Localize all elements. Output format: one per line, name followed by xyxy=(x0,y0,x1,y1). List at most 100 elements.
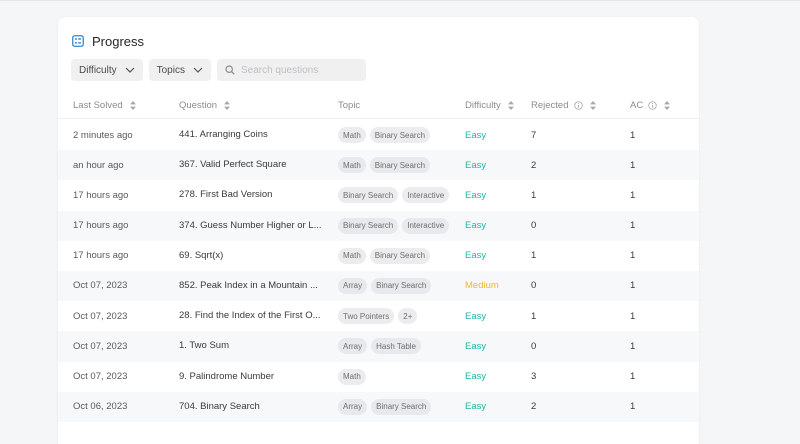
rejected-count: 2 xyxy=(531,401,537,413)
topic-tag[interactable]: Math xyxy=(338,247,366,264)
topic-tag[interactable]: Binary Search xyxy=(369,127,431,143)
question-link[interactable]: 1. Two Sum xyxy=(179,331,324,361)
topics-filter-label: Topics xyxy=(156,64,185,76)
table-row[interactable]: Oct 07, 2023 9. Palindrome Number Math Easy… xyxy=(58,362,699,392)
last-solved-cell: 17 hours ago xyxy=(73,220,129,232)
topic-tag[interactable]: Interactive xyxy=(402,217,450,234)
topic-tags: Two Pointers 2+ xyxy=(338,301,418,331)
ac-count: 1 xyxy=(630,310,636,322)
question-link[interactable]: 704. Binary Search xyxy=(179,392,324,422)
topic-tag[interactable]: Array xyxy=(338,398,368,415)
page-title: Progress xyxy=(92,33,145,49)
search-input[interactable] xyxy=(240,64,361,76)
column-header-question[interactable]: Question xyxy=(179,100,231,111)
topic-tag[interactable]: Array xyxy=(338,338,368,355)
topic-tag[interactable]: Math xyxy=(338,127,366,143)
chevron-down-icon xyxy=(193,67,203,73)
info-icon[interactable] xyxy=(573,101,583,110)
topic-tag[interactable]: Math xyxy=(338,368,366,385)
table-row[interactable]: Oct 07, 2023 1. Two Sum Array Hash Table Eas… xyxy=(58,331,699,362)
table-row[interactable]: Oct 06, 2023 704. Binary Search Array Binar… xyxy=(58,391,699,422)
difficulty-label: Easy xyxy=(465,371,487,382)
progress-card: Progress Difficulty Topics Last Solved xyxy=(58,17,699,444)
topic-tag[interactable]: Binary Search xyxy=(338,217,399,234)
last-solved-cell: 17 hours ago xyxy=(73,189,129,201)
question-link[interactable]: 69. Sqrt(x) xyxy=(179,241,324,271)
column-header-difficulty[interactable]: Difficulty xyxy=(465,100,514,111)
ac-count: 1 xyxy=(630,250,636,262)
topic-tag[interactable]: Interactive xyxy=(402,187,450,204)
column-header-topic: Topic xyxy=(338,100,361,111)
sort-icon xyxy=(589,101,596,110)
ac-count: 1 xyxy=(630,401,636,413)
topic-tag[interactable]: Binary Search xyxy=(338,187,399,204)
difficulty-label: Easy xyxy=(465,340,487,352)
difficulty-label: Easy xyxy=(465,401,487,413)
topic-tags: Math Binary Search xyxy=(338,120,431,150)
difficulty-label: Easy xyxy=(465,189,487,201)
ac-count: 1 xyxy=(630,129,636,141)
topic-tags: Math Binary Search xyxy=(338,150,431,180)
info-icon[interactable] xyxy=(648,101,657,110)
topic-tag[interactable]: Binary Search xyxy=(371,277,432,294)
rejected-count: 1 xyxy=(531,310,537,322)
table-row[interactable]: 17 hours ago 69. Sqrt(x) Math Binary Search… xyxy=(58,241,699,271)
rejected-count: 1 xyxy=(531,189,537,201)
topic-tag[interactable]: Binary Search xyxy=(369,247,431,264)
ac-count: 1 xyxy=(630,220,636,232)
filter-bar: Difficulty Topics xyxy=(71,59,366,81)
question-link[interactable]: 367. Valid Perfect Square xyxy=(179,150,324,180)
last-solved-cell: 17 hours ago xyxy=(73,250,129,262)
table-body: 2 minutes ago 441. Arranging Coins Math Bin… xyxy=(58,120,699,422)
topic-tags: Array Binary Search xyxy=(338,271,432,301)
rejected-count: 7 xyxy=(531,129,537,141)
topic-tags: Array Binary Search xyxy=(338,392,432,422)
question-link[interactable]: 374. Guess Number Higher or L... xyxy=(179,211,324,241)
question-link[interactable]: 278. First Bad Version xyxy=(179,180,324,210)
difficulty-filter-label: Difficulty xyxy=(79,64,117,76)
difficulty-label: Easy xyxy=(465,250,487,262)
topic-tags: Math Binary Search xyxy=(338,241,431,271)
topic-tag[interactable]: Array xyxy=(338,277,368,294)
last-solved-cell: Oct 07, 2023 xyxy=(73,310,128,322)
difficulty-label: Easy xyxy=(465,159,487,171)
sort-icon xyxy=(224,101,231,110)
topic-tag[interactable]: Binary Search xyxy=(369,157,431,174)
topic-tags: Binary Search Interactive xyxy=(338,180,450,210)
chevron-down-icon xyxy=(125,67,135,73)
table-row[interactable]: Oct 07, 2023 852. Peak Index in a Mountai… xyxy=(58,270,699,302)
table-row[interactable]: 17 hours ago 374. Guess Number Higher or … xyxy=(58,210,699,241)
top-divider xyxy=(0,0,800,1)
rejected-count: 1 xyxy=(531,250,537,262)
difficulty-filter-button[interactable]: Difficulty xyxy=(71,59,143,81)
question-link[interactable]: 852. Peak Index in a Mountain ... xyxy=(179,271,324,301)
difficulty-label: Easy xyxy=(465,310,487,322)
last-solved-cell: 2 minutes ago xyxy=(73,129,133,141)
topics-filter-button[interactable]: Topics xyxy=(148,59,211,81)
rejected-count: 0 xyxy=(531,340,537,352)
rejected-count: 2 xyxy=(531,159,537,171)
last-solved-cell: Oct 07, 2023 xyxy=(73,371,128,382)
rejected-count: 0 xyxy=(531,220,537,232)
question-link[interactable]: 441. Arranging Coins xyxy=(179,120,324,150)
sort-icon xyxy=(129,101,136,110)
column-header-ac[interactable]: AC xyxy=(630,100,671,111)
sort-icon xyxy=(664,101,671,110)
topic-tag[interactable]: Hash Table xyxy=(371,338,422,355)
search-box[interactable] xyxy=(216,59,366,81)
table-row[interactable]: 17 hours ago 278. First Bad Version Binary… xyxy=(58,180,699,210)
column-header-last-solved[interactable]: Last Solved xyxy=(73,100,136,111)
topic-tag[interactable]: Two Pointers xyxy=(338,308,395,325)
sort-icon xyxy=(507,101,514,110)
topic-tag[interactable]: Binary Search xyxy=(371,398,432,415)
table-row[interactable]: Oct 07, 2023 28. Find the Index of the Fi… xyxy=(58,301,699,331)
question-link[interactable]: 9. Palindrome Number xyxy=(179,362,324,392)
question-link[interactable]: 28. Find the Index of the First O... xyxy=(179,301,324,331)
column-header-rejected[interactable]: Rejected xyxy=(531,100,596,111)
table-row[interactable]: 2 minutes ago 441. Arranging Coins Math Bin… xyxy=(58,120,699,150)
topic-tag[interactable]: 2+ xyxy=(398,308,418,325)
topic-tag[interactable]: Math xyxy=(338,157,366,174)
list-icon xyxy=(72,35,84,47)
table-row[interactable]: an hour ago 367. Valid Perfect Square Math… xyxy=(58,150,699,181)
last-solved-cell: Oct 07, 2023 xyxy=(73,340,128,352)
